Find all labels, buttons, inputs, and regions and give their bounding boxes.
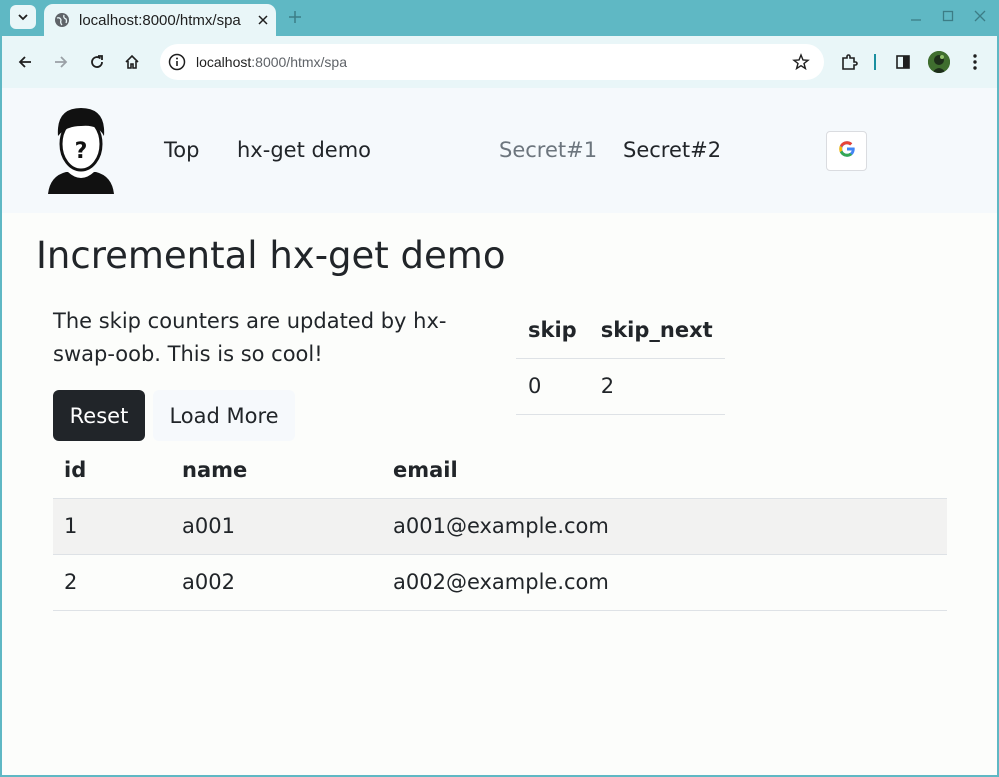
mystery-person-logo[interactable]: ? (46, 106, 116, 196)
table-row: 0 2 (516, 358, 725, 415)
browser-tab[interactable]: localhost:8000/htmx/spa (44, 4, 276, 36)
cell-name: a001 (171, 498, 382, 555)
tab-title: localhost:8000/htmx/spa (79, 11, 241, 29)
nav-link-secret-2[interactable]: Secret#2 (623, 138, 721, 162)
kebab-menu-icon[interactable] (963, 50, 987, 74)
cell-email: a002@example.com (382, 554, 947, 611)
globe-icon (54, 12, 70, 28)
nav-link-hx-get-demo[interactable]: hx-get demo (237, 138, 371, 162)
load-more-button[interactable]: Load More (153, 390, 295, 441)
plus-icon[interactable] (286, 8, 304, 26)
nav-link-top[interactable]: Top (164, 138, 199, 162)
avatar-icon[interactable] (928, 51, 950, 73)
site-navbar: ? Top hx-get demo Secret#1 Secret#2 (2, 88, 997, 213)
reload-icon[interactable] (85, 50, 109, 74)
close-icon[interactable] (255, 12, 271, 28)
skip-value: 0 (516, 358, 589, 415)
chevron-down-icon[interactable] (10, 5, 36, 29)
home-icon[interactable] (120, 50, 144, 74)
column-header-email: email (382, 442, 947, 499)
column-header-skip-next: skip_next (588, 302, 725, 359)
table-header-row: skip skip_next (516, 302, 725, 359)
column-header-name: name (171, 442, 382, 499)
users-table: id name email 1 a001 a001@example.com 2 … (53, 442, 947, 611)
cell-name: a002 (171, 554, 382, 611)
url-text: localhost:8000/htmx/spa (196, 54, 347, 70)
table-row: 2 a002 a002@example.com (53, 554, 947, 611)
browser-window: localhost:8000/htmx/spa localhost:8000/h… (0, 0, 999, 777)
star-icon[interactable] (792, 53, 810, 71)
info-icon[interactable] (168, 53, 186, 71)
address-bar[interactable]: localhost:8000/htmx/spa (160, 44, 824, 80)
cell-id: 1 (53, 498, 171, 555)
arrow-right-icon[interactable] (49, 50, 73, 74)
url-host: localhost (196, 54, 252, 70)
side-panel-icon[interactable] (891, 50, 915, 74)
page-content: ? Top hx-get demo Secret#1 Secret#2 Incr… (2, 88, 997, 775)
table-header-row: id name email (53, 442, 947, 499)
toolbar-divider (874, 54, 876, 70)
table-row: 1 a001 a001@example.com (53, 498, 947, 555)
minimize-icon[interactable] (909, 9, 923, 23)
arrow-left-icon[interactable] (13, 50, 37, 74)
column-header-skip: skip (516, 302, 589, 359)
tab-strip: localhost:8000/htmx/spa (2, 0, 997, 36)
maximize-icon[interactable] (941, 9, 955, 23)
svg-text:?: ? (75, 139, 88, 164)
puzzle-icon[interactable] (837, 50, 861, 74)
google-signin-button[interactable] (826, 131, 867, 171)
url-path: :8000/htmx/spa (251, 54, 347, 70)
close-window-icon[interactable] (973, 9, 987, 23)
page-title: Incremental hx-get demo (36, 234, 506, 277)
browser-toolbar: localhost:8000/htmx/spa (2, 36, 997, 88)
cell-id: 2 (53, 554, 171, 611)
skip-next-value: 2 (588, 358, 725, 415)
nav-link-secret-1[interactable]: Secret#1 (499, 138, 597, 162)
column-header-id: id (53, 442, 171, 499)
google-icon (837, 139, 857, 163)
description-text: The skip counters are updated by hx-swap… (53, 309, 447, 366)
skip-counter-table: skip skip_next 0 2 (516, 302, 725, 415)
reset-button[interactable]: Reset (53, 390, 145, 441)
cell-email: a001@example.com (382, 498, 947, 555)
